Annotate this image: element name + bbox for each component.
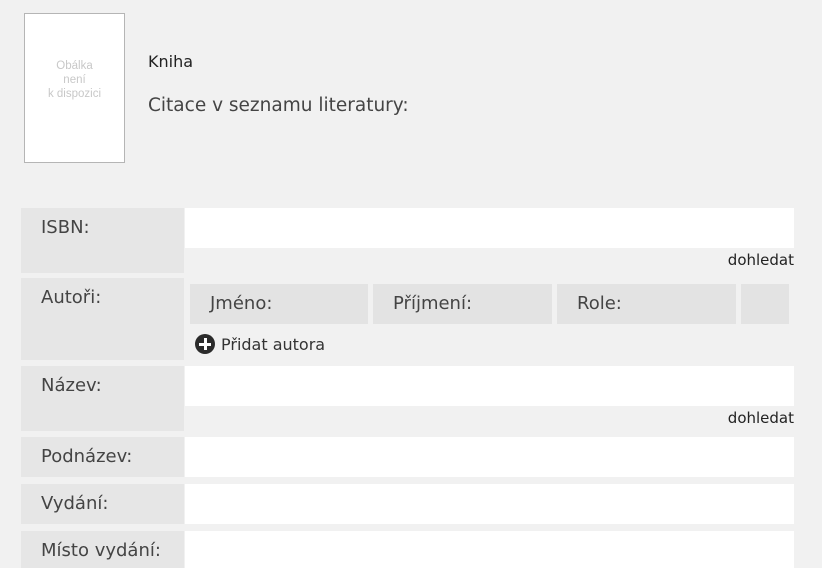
subtitle-input[interactable] <box>185 437 794 477</box>
subtitle-label-cell: Podnázev: <box>21 437 184 477</box>
isbn-input[interactable] <box>185 208 794 248</box>
edition-label: Vydání: <box>41 493 109 514</box>
author-role-label: Role: <box>577 293 622 314</box>
edition-input[interactable] <box>185 484 794 524</box>
place-row: Místo vydání: <box>21 531 794 568</box>
cover-placeholder: Obálka není k dispozici <box>24 13 125 163</box>
author-role-field[interactable]: Role: <box>557 284 736 324</box>
subtitle-row: Podnázev: <box>21 437 794 477</box>
subtitle-label: Podnázev: <box>41 446 133 467</box>
authors-label-cell: Autoři: <box>21 278 184 360</box>
place-label-cell: Místo vydání: <box>21 531 184 568</box>
isbn-label-cell: ISBN: <box>21 208 184 273</box>
author-last-name-field[interactable]: Příjmení: <box>373 284 552 324</box>
title-label: Název: <box>41 375 102 396</box>
document-type: Kniha <box>148 52 194 71</box>
isbn-lookup-link[interactable]: dohledat <box>728 251 794 269</box>
place-label: Místo vydání: <box>41 540 161 561</box>
authors-label: Autoři: <box>41 287 102 308</box>
add-author-button[interactable]: Přidat autora <box>195 333 325 355</box>
plus-circle-icon <box>195 334 215 354</box>
add-author-label: Přidat autora <box>221 334 326 354</box>
citation-label: Citace v seznamu literatury: <box>148 95 409 116</box>
edition-row: Vydání: <box>21 484 794 524</box>
isbn-label: ISBN: <box>41 217 90 238</box>
authors-row: Autoři: Jméno: Příjmení: Role: Přidat au… <box>21 278 794 360</box>
author-last-name-label: Příjmení: <box>393 293 473 314</box>
edition-label-cell: Vydání: <box>21 484 184 524</box>
cover-text-line-1: Obálka <box>56 60 93 72</box>
author-remove-cell[interactable] <box>741 284 789 324</box>
title-label-cell: Název: <box>21 366 184 431</box>
author-first-name-label: Jméno: <box>210 293 273 314</box>
author-first-name-field[interactable]: Jméno: <box>190 284 368 324</box>
title-row: Název: dohledat <box>21 366 794 431</box>
cover-text-line-3: k dispozici <box>47 88 102 100</box>
isbn-row: ISBN: dohledat <box>21 208 794 273</box>
place-input[interactable] <box>185 531 794 568</box>
title-input[interactable] <box>185 366 794 406</box>
cover-text-line-2: není <box>63 74 86 86</box>
title-lookup-link[interactable]: dohledat <box>728 409 794 427</box>
